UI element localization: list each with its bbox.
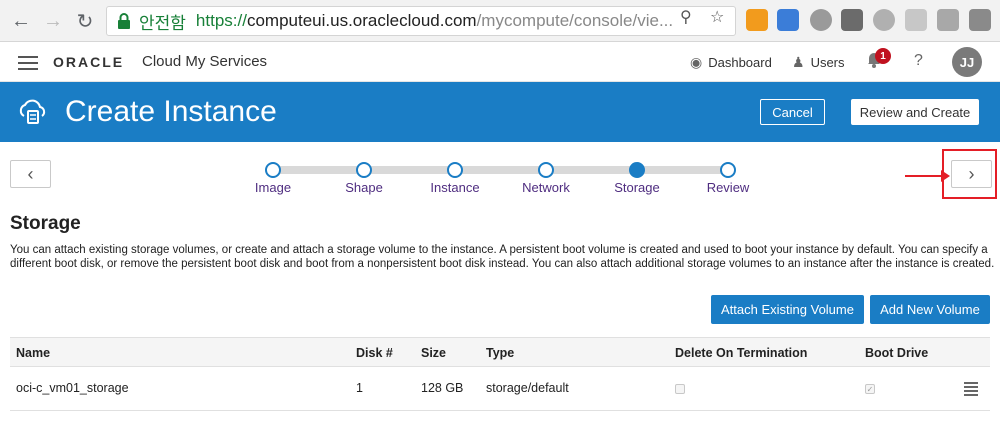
row-menu-icon[interactable] — [964, 382, 978, 396]
app-header: ORACLE Cloud My Services ◉ Dashboard ♟ U… — [0, 42, 1000, 82]
section-title: Storage — [10, 213, 81, 234]
column-header-disk[interactable]: Disk # — [356, 346, 393, 360]
reload-icon[interactable]: ↻ — [72, 8, 98, 34]
hamburger-menu-icon[interactable] — [18, 56, 38, 70]
cell-type: storage/default — [486, 381, 569, 395]
back-icon[interactable]: ← — [8, 8, 34, 34]
browser-toolbar: ← → ↻ 안전함 https:// computeui.us.oraclecl… — [0, 0, 1000, 42]
camera-extension-icon[interactable] — [937, 9, 959, 31]
step-instance[interactable]: Instance — [415, 158, 495, 195]
step-label: Instance — [430, 180, 480, 195]
rss-extension-icon[interactable] — [746, 9, 768, 31]
step-dot — [629, 162, 645, 178]
calendar-extension-icon[interactable] — [777, 9, 799, 31]
step-label: Review — [706, 180, 750, 195]
delete-on-termination-checkbox[interactable] — [675, 384, 685, 394]
review-and-create-button[interactable]: Review and Create — [851, 99, 979, 125]
previous-step-button[interactable]: ‹ — [10, 160, 51, 188]
dashboard-link[interactable]: ◉ Dashboard — [690, 54, 772, 71]
column-header-type[interactable]: Type — [486, 346, 514, 360]
table-header: Name Disk # Size Type Delete On Terminat… — [10, 337, 990, 367]
page-title-bar: Create Instance Cancel Review and Create — [0, 82, 1000, 142]
step-label: Storage — [614, 180, 660, 195]
forward-icon[interactable]: → — [40, 8, 66, 34]
chevron-left-icon: ‹ — [27, 163, 34, 184]
gear-extension-icon[interactable] — [810, 9, 832, 31]
users-label: Users — [810, 55, 845, 70]
step-shape[interactable]: Shape — [324, 158, 404, 195]
attach-existing-volume-button[interactable]: Attach Existing Volume — [711, 295, 864, 324]
chevron-right-icon: › — [968, 163, 975, 184]
user-avatar[interactable]: JJ — [952, 47, 982, 77]
boot-drive-checkbox[interactable]: ✓ — [865, 384, 875, 394]
step-dot — [265, 162, 281, 178]
dashboard-icon: ◉ — [690, 54, 703, 70]
column-header-name[interactable]: Name — [16, 346, 50, 360]
table-row[interactable]: oci-c_vm01_storage 1 128 GB storage/defa… — [10, 367, 990, 411]
step-dot — [356, 162, 372, 178]
address-bar[interactable]: 안전함 https:// computeui.us.oraclecloud.co… — [106, 6, 736, 36]
step-dot — [447, 162, 463, 178]
notification-badge: 1 — [875, 48, 891, 64]
add-new-volume-button[interactable]: Add New Volume — [870, 295, 990, 324]
next-step-button[interactable]: › — [951, 160, 992, 188]
service-name: Cloud My Services — [142, 53, 268, 70]
step-label: Shape — [345, 180, 383, 195]
oracle-logo: ORACLE — [53, 54, 125, 70]
step-dot — [720, 162, 736, 178]
menu-extension-icon[interactable] — [969, 9, 991, 31]
column-header-size[interactable]: Size — [421, 346, 446, 360]
users-link[interactable]: ♟ Users — [792, 54, 845, 71]
section-description: You can attach existing storage volumes,… — [10, 244, 995, 270]
help-icon[interactable]: ? — [914, 52, 923, 70]
step-image[interactable]: Image — [233, 158, 313, 195]
step-dot — [538, 162, 554, 178]
url-host: computeui.us.oraclecloud.com — [246, 11, 477, 30]
cell-name: oci-c_vm01_storage — [16, 381, 129, 395]
page-title: Create Instance — [65, 95, 277, 128]
cancel-button[interactable]: Cancel — [760, 99, 825, 125]
square-extension-icon[interactable] — [841, 9, 863, 31]
users-icon: ♟ — [792, 54, 805, 70]
step-label: Image — [254, 180, 292, 195]
url-path: /mycompute/console/vie... — [476, 11, 674, 30]
screen-extension-icon[interactable] — [905, 9, 927, 31]
column-header-boot-drive[interactable]: Boot Drive — [865, 346, 928, 360]
url-scheme: https:// — [195, 11, 247, 30]
cell-disk: 1 — [356, 381, 363, 395]
paw-extension-icon[interactable] — [873, 9, 895, 31]
cloud-instance-icon — [19, 99, 46, 124]
lock-icon — [118, 13, 130, 29]
dashboard-label: Dashboard — [708, 55, 772, 70]
secure-label: 안전함 — [139, 13, 186, 33]
wizard-train: Image Shape Instance Network Storage Rev… — [240, 158, 780, 198]
step-network[interactable]: Network — [506, 158, 586, 195]
step-label: Network — [522, 180, 570, 195]
step-storage[interactable]: Storage — [597, 158, 677, 195]
notifications-button[interactable]: 1 — [866, 48, 891, 73]
step-review[interactable]: Review — [688, 158, 768, 195]
zoom-icon[interactable]: ⚲ — [680, 7, 692, 27]
cell-size: 128 GB — [421, 381, 464, 395]
bookmark-star-icon[interactable]: ☆ — [710, 7, 724, 27]
storage-table: Name Disk # Size Type Delete On Terminat… — [10, 337, 990, 411]
column-header-delete-on-termination[interactable]: Delete On Termination — [675, 346, 807, 360]
annotation-arrow — [905, 175, 945, 177]
